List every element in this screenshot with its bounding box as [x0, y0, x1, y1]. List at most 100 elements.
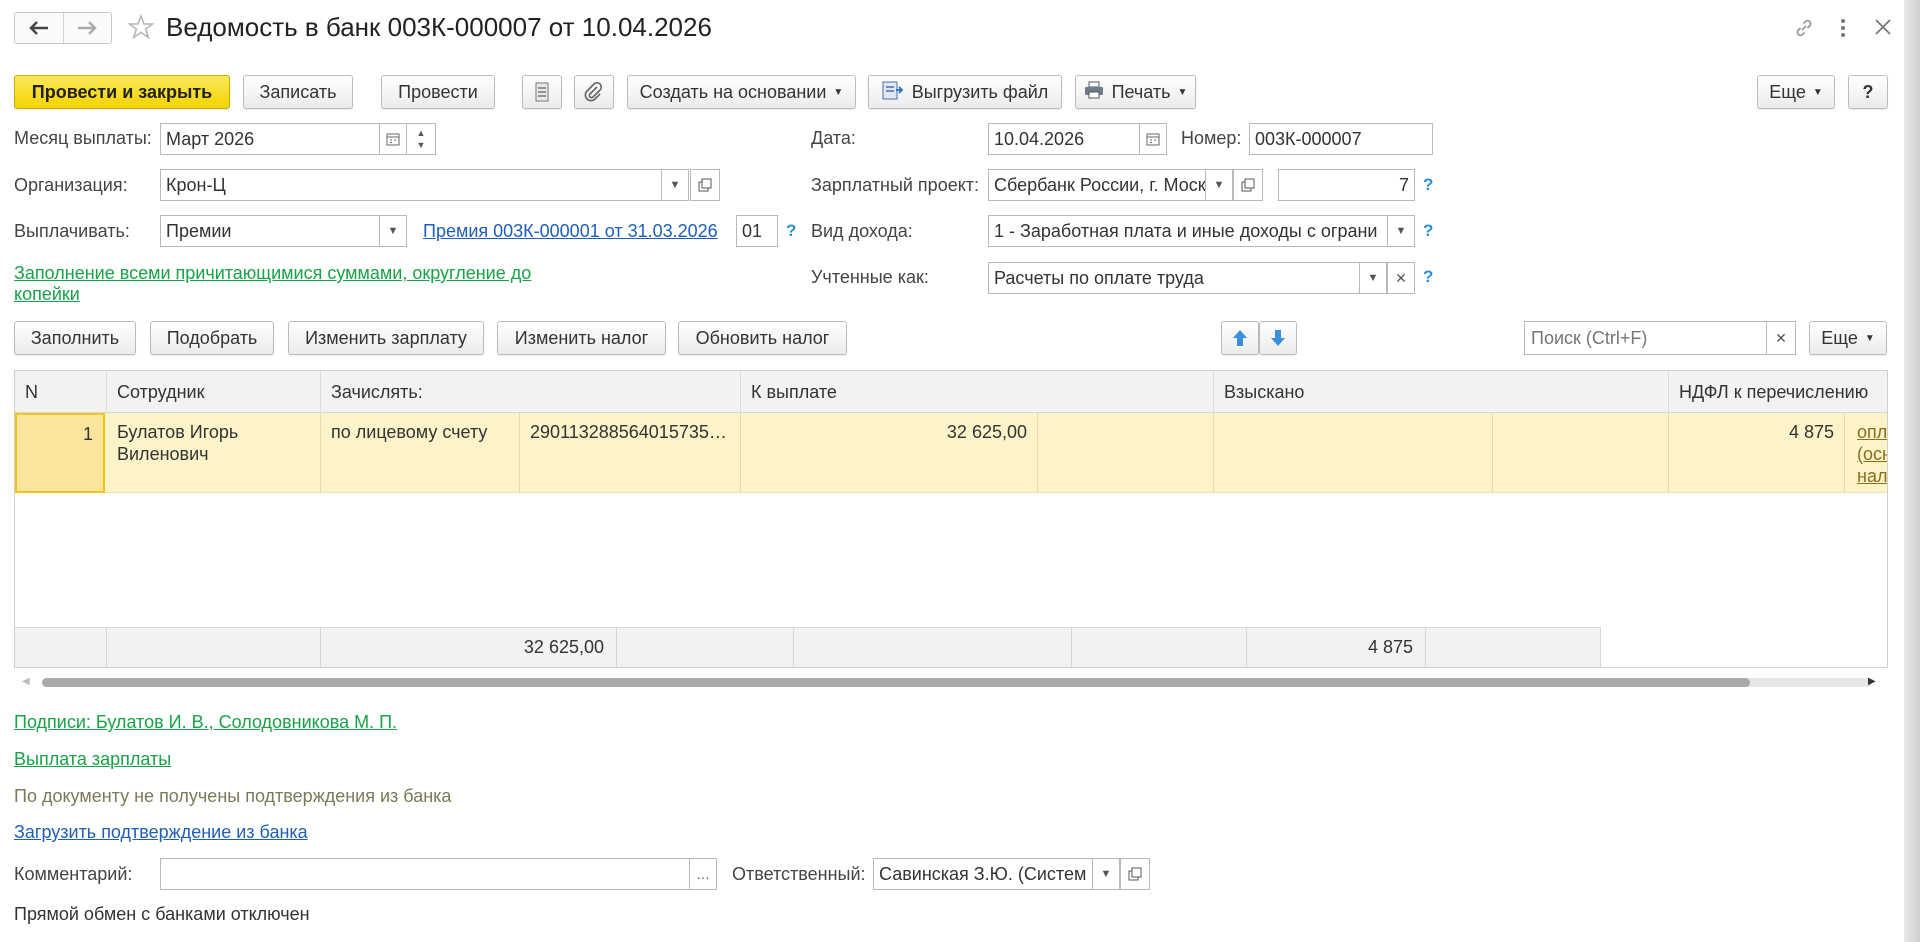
row-collected-cell[interactable] [1214, 413, 1493, 493]
save-button[interactable]: Записать [243, 75, 353, 109]
help-question-icon[interactable]: ? [1423, 175, 1433, 195]
more-vertical-icon[interactable] [1836, 16, 1850, 45]
document-list-button[interactable] [522, 75, 562, 109]
footer-to-pay-total: 32 625,00 [321, 627, 617, 667]
signatures-link[interactable]: Подписи: Булатов И. В., Солодовникова М.… [14, 712, 397, 733]
income-type-field[interactable]: 1 - Заработная плата и иные доходы с огр… [988, 215, 1388, 247]
row-collected-extra-cell[interactable] [1493, 413, 1669, 493]
clear-icon[interactable]: ✕ [1387, 262, 1415, 294]
header-collected[interactable]: Взыскано [1214, 371, 1669, 413]
comment-label: Комментарий: [14, 864, 133, 884]
dropdown-arrow-icon[interactable]: ▼ [1092, 858, 1120, 890]
organization-label: Организация: [14, 175, 128, 195]
change-salary-button[interactable]: Изменить зарплату [288, 321, 484, 355]
row-account-cell[interactable]: 290113288564015735… [520, 413, 741, 493]
post-button[interactable]: Провести [381, 75, 495, 109]
calendar-icon[interactable] [1139, 123, 1167, 155]
extra-link-line1[interactable]: опл [1857, 421, 1887, 443]
more-button[interactable]: Еще ▼ [1757, 75, 1835, 109]
comment-select-button[interactable]: … [689, 858, 717, 890]
print-label: Печать [1111, 81, 1171, 102]
create-based-on-label: Создать на основании [639, 81, 827, 102]
bonus-number-field[interactable]: 01 [736, 215, 778, 247]
attachment-button[interactable] [574, 75, 614, 109]
move-up-button[interactable] [1221, 321, 1259, 355]
clear-search-icon[interactable]: ✕ [1766, 321, 1796, 355]
extra-link-line3[interactable]: нал [1857, 465, 1887, 487]
more-label: Еще [1769, 81, 1806, 102]
help-question-icon[interactable]: ? [1423, 267, 1433, 287]
scroll-thumb[interactable] [42, 678, 1750, 687]
header-to-pay[interactable]: К выплате [741, 371, 1214, 413]
fill-settings-link-line2[interactable]: копейки [14, 284, 80, 305]
help-question-icon[interactable]: ? [1423, 221, 1433, 241]
month-field[interactable]: Март 2026 [160, 123, 380, 155]
dropdown-arrow-icon[interactable]: ▼ [1387, 215, 1415, 247]
scroll-right-icon[interactable]: ▶ [1868, 676, 1876, 687]
open-link-icon[interactable] [1120, 858, 1150, 890]
number-field[interactable]: 003К-000007 [1249, 123, 1433, 155]
header-ndfl[interactable]: НДФЛ к перечислению [1669, 371, 1887, 413]
header-n[interactable]: N [15, 371, 107, 413]
back-arrow-icon[interactable] [15, 13, 64, 43]
row-credit-type-cell[interactable]: по лицевому счету [321, 413, 520, 493]
row-empty-cell[interactable] [1038, 413, 1214, 493]
row-extra-cell[interactable]: опл (осн нал [1845, 413, 1887, 493]
dropdown-arrow-icon[interactable]: ▼ [1359, 262, 1387, 294]
header-credit-to[interactable]: Зачислять: [321, 371, 741, 413]
table-more-button[interactable]: Еще ▼ [1809, 321, 1887, 355]
load-confirmation-link[interactable]: Загрузить подтверждение из банка [14, 822, 308, 843]
move-down-button[interactable] [1259, 321, 1297, 355]
date-field[interactable]: 10.04.2026 [988, 123, 1140, 155]
fill-button[interactable]: Заполнить [14, 321, 136, 355]
dropdown-arrow-icon[interactable]: ▼ [379, 215, 407, 247]
calendar-icon[interactable] [379, 123, 407, 155]
step-up-icon[interactable]: ▲ [417, 127, 426, 139]
bonus-document-link[interactable]: Премия 003К-000001 от 31.03.2026 [423, 221, 718, 242]
pay-field[interactable]: Премии [160, 215, 380, 247]
exchange-status-text: Прямой обмен с банками отключен [14, 904, 310, 924]
salary-project-number-field[interactable]: 7 [1278, 169, 1415, 201]
help-button[interactable]: ? [1848, 75, 1888, 109]
dropdown-arrow-icon[interactable]: ▼ [1205, 169, 1233, 201]
open-link-icon[interactable] [690, 169, 720, 201]
dropdown-arrow-icon[interactable]: ▼ [661, 169, 689, 201]
footer-cell [1426, 627, 1601, 667]
forward-arrow-icon[interactable] [63, 13, 111, 43]
row-employee-cell[interactable]: Булатов Игорь Виленович [107, 413, 321, 493]
month-stepper[interactable]: ▲ ▼ [406, 123, 436, 155]
accounted-as-label: Учтенные как: [811, 267, 929, 287]
post-and-close-button[interactable]: Провести и закрыть [14, 75, 230, 109]
fill-settings-link-line1[interactable]: Заполнение всеми причитающимися суммами,… [14, 263, 531, 284]
accounted-as-field[interactable]: Расчеты по оплате труда [988, 262, 1360, 294]
close-icon[interactable] [1874, 18, 1892, 41]
horizontal-scrollbar[interactable]: ◀ ▶ [14, 673, 1888, 691]
select-button[interactable]: Подобрать [150, 321, 274, 355]
row-to-pay-cell[interactable]: 32 625,00 [741, 413, 1038, 493]
link-icon[interactable] [1792, 16, 1816, 45]
scroll-left-icon[interactable]: ◀ [22, 676, 30, 687]
change-tax-button[interactable]: Изменить налог [497, 321, 666, 355]
favorite-star-icon[interactable] [127, 13, 155, 45]
responsible-field[interactable]: Савинская З.Ю. (Систем [873, 858, 1093, 890]
help-question-icon[interactable]: ? [786, 221, 796, 241]
comment-field[interactable] [160, 858, 690, 890]
print-button[interactable]: Печать ▼ [1075, 75, 1196, 109]
salary-project-field[interactable]: Сбербанк России, г. Моск [988, 169, 1206, 201]
responsible-label: Ответственный: [732, 864, 866, 884]
update-tax-button[interactable]: Обновить налог [678, 321, 847, 355]
export-file-button[interactable]: Выгрузить файл [868, 75, 1062, 109]
employee-name-line2: Виленович [117, 444, 209, 464]
employee-name-line1: Булатов Игорь [117, 422, 239, 442]
row-ndfl-cell[interactable]: 4 875 [1669, 413, 1845, 493]
search-input[interactable] [1524, 321, 1767, 355]
income-type-label: Вид дохода: [811, 221, 913, 241]
organization-field[interactable]: Крон-Ц [160, 169, 662, 201]
open-link-icon[interactable] [1233, 169, 1263, 201]
extra-link-line2[interactable]: (осн [1857, 443, 1887, 465]
step-down-icon[interactable]: ▼ [417, 139, 426, 151]
header-employee[interactable]: Сотрудник [107, 371, 321, 413]
salary-payment-link[interactable]: Выплата зарплаты [14, 749, 171, 770]
create-based-on-button[interactable]: Создать на основании ▼ [627, 75, 856, 109]
row-n-cell[interactable]: 1 [15, 413, 105, 493]
